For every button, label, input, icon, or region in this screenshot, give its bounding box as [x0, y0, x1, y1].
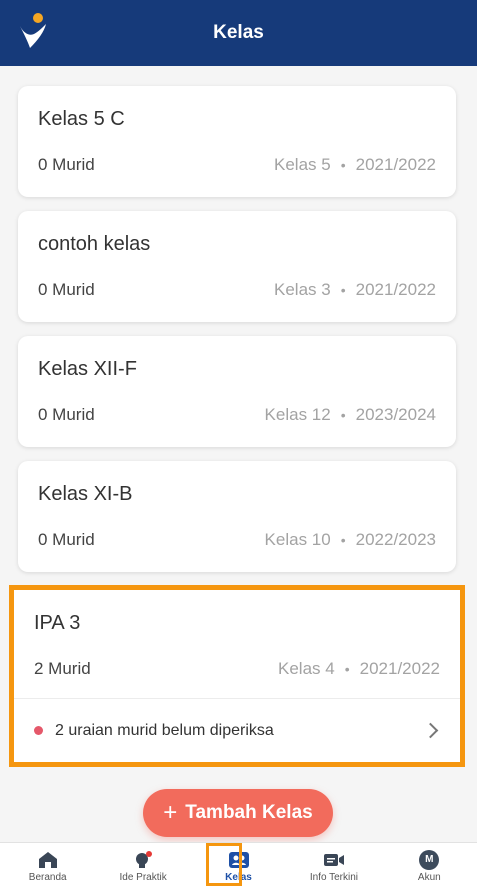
nav-label: Kelas — [225, 871, 252, 883]
home-icon — [37, 850, 59, 870]
student-count: 0 Murid — [38, 155, 95, 174]
class-meta: Kelas 3 • 2021/2022 — [274, 280, 436, 300]
video-icon — [323, 850, 345, 870]
chevron-right-icon — [422, 722, 439, 739]
class-year: 2021/2022 — [355, 280, 436, 299]
add-class-label: Tambah Kelas — [185, 802, 313, 823]
student-count: 0 Murid — [38, 280, 95, 299]
class-name: Kelas XI-B — [38, 483, 133, 505]
class-grade: Kelas 5 — [274, 155, 331, 174]
alert-dot-icon — [34, 726, 43, 735]
student-count: 2 Murid — [34, 659, 91, 678]
nav-item-kelas[interactable]: Kelas — [191, 843, 286, 889]
class-icon — [228, 850, 250, 870]
nav-label: Beranda — [28, 871, 67, 883]
nav-item-beranda[interactable]: Beranda — [0, 843, 95, 889]
separator-dot: • — [340, 282, 346, 298]
lightbulb-icon — [132, 850, 154, 870]
app-logo-icon — [20, 13, 46, 48]
app-header: Kelas — [0, 0, 477, 66]
bottom-nav: Beranda Ide Praktik Kelas Info Terkini M… — [0, 842, 477, 889]
class-card[interactable]: Kelas XII-F 0 Murid Kelas 12 • 2023/2024 — [18, 336, 456, 447]
add-class-button[interactable]: + Tambah Kelas — [143, 789, 333, 837]
class-name: Kelas 5 C — [38, 108, 125, 130]
pending-review-text: 2 uraian murid belum diperiksa — [55, 721, 274, 739]
class-grade: Kelas 4 — [278, 659, 335, 678]
separator-dot: • — [340, 407, 346, 423]
nav-label: Info Terkini — [309, 871, 359, 883]
class-card[interactable]: contoh kelas 0 Murid Kelas 3 • 2021/2022 — [18, 211, 456, 322]
class-name: contoh kelas — [38, 233, 151, 255]
separator-dot: • — [344, 661, 350, 677]
class-list-area[interactable]: Kelas 5 C 0 Murid Kelas 5 • 2021/2022 co… — [0, 66, 477, 842]
class-year: 2021/2022 — [359, 659, 440, 678]
class-year: 2023/2024 — [355, 405, 436, 424]
nav-item-info-terkini[interactable]: Info Terkini — [286, 843, 381, 889]
pending-review-row[interactable]: 2 uraian murid belum diperiksa — [14, 698, 460, 762]
class-year: 2022/2023 — [355, 530, 436, 549]
class-name: IPA 3 — [34, 612, 81, 634]
class-meta: Kelas 10 • 2022/2023 — [265, 530, 436, 550]
nav-item-akun[interactable]: M Akun — [382, 843, 477, 889]
student-count: 0 Murid — [38, 530, 95, 549]
class-grade: Kelas 10 — [264, 530, 331, 549]
nav-label: Akun — [417, 871, 441, 883]
class-meta: Kelas 12 • 2023/2024 — [265, 405, 436, 425]
plus-icon: + — [163, 799, 178, 826]
page-title: Kelas — [213, 22, 264, 43]
class-card[interactable]: Kelas 5 C 0 Murid Kelas 5 • 2021/2022 — [18, 86, 456, 197]
class-year: 2021/2022 — [355, 155, 436, 174]
nav-label: Ide Praktik — [119, 871, 167, 883]
class-meta: Kelas 4 • 2021/2022 — [278, 659, 440, 679]
student-count: 0 Murid — [38, 405, 95, 424]
class-meta: Kelas 5 • 2021/2022 — [274, 155, 436, 175]
class-name: Kelas XII-F — [38, 358, 137, 380]
avatar: M — [419, 849, 440, 870]
class-grade: Kelas 3 — [274, 280, 331, 299]
separator-dot: • — [340, 532, 346, 548]
class-card-highlighted[interactable]: IPA 3 2 Murid Kelas 4 • 2021/2022 2 urai… — [9, 585, 465, 767]
class-card[interactable]: Kelas XI-B 0 Murid Kelas 10 • 2022/2023 — [18, 461, 456, 572]
separator-dot: • — [340, 157, 346, 173]
avatar-icon: M — [418, 849, 440, 870]
nav-item-ide-praktik[interactable]: Ide Praktik — [95, 843, 190, 889]
class-grade: Kelas 12 — [264, 405, 331, 424]
